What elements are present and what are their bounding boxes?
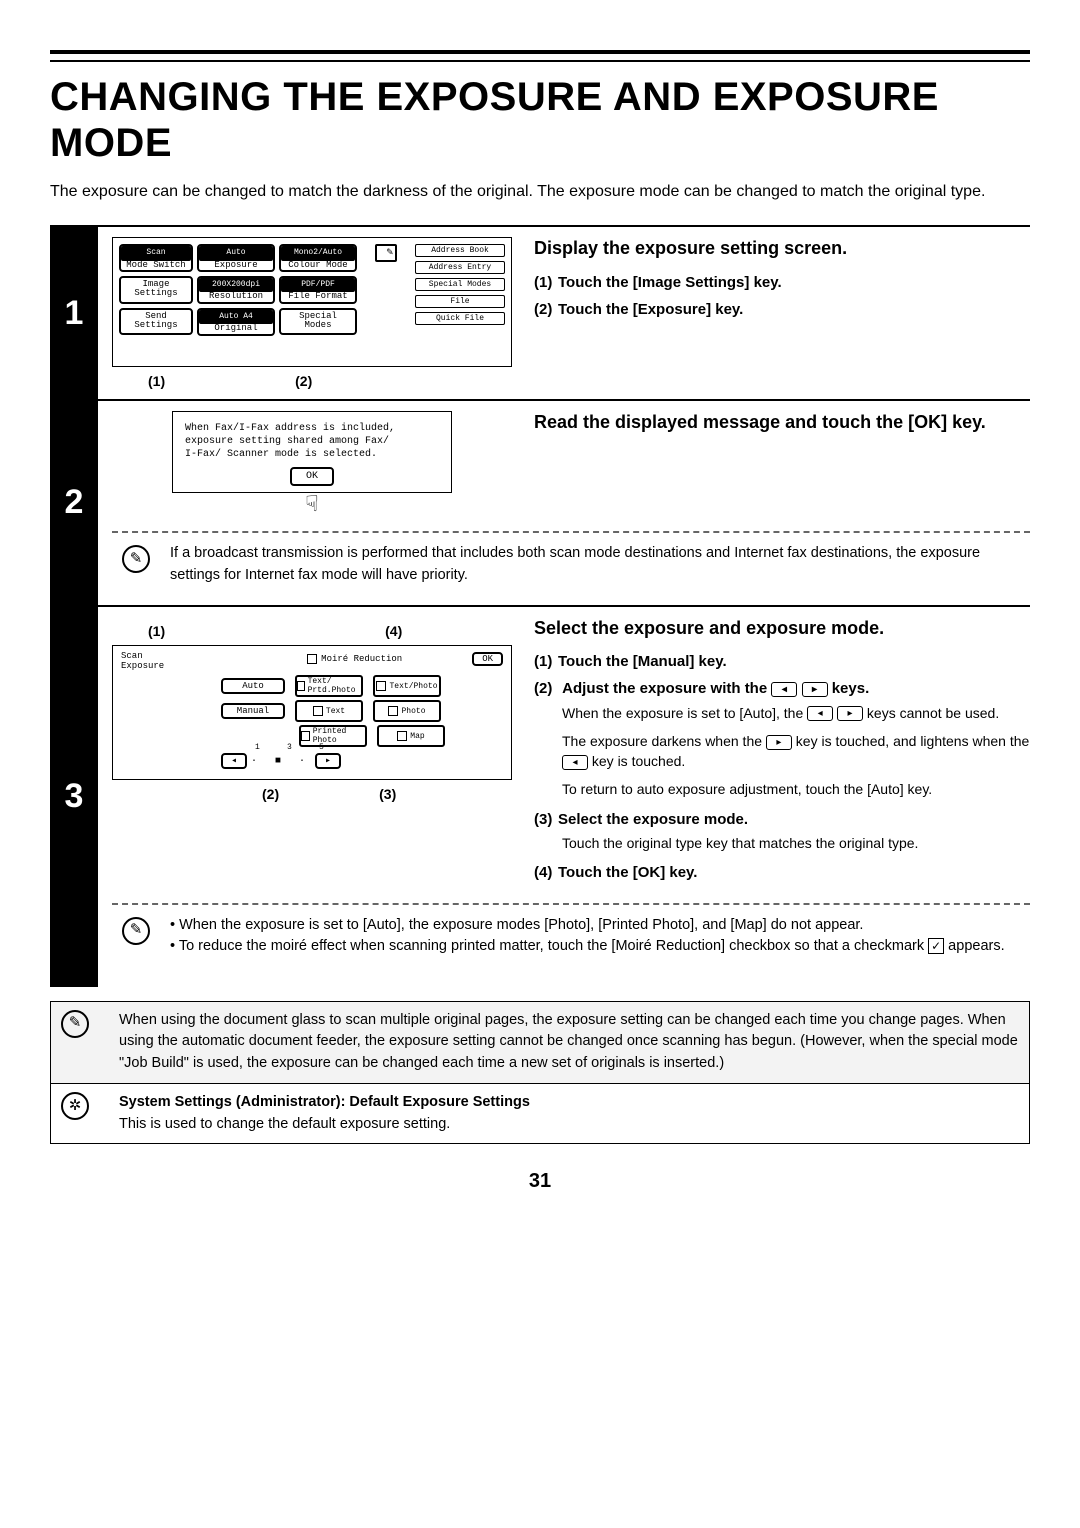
double-rule xyxy=(50,50,1030,62)
address-book-tab[interactable]: Address Book xyxy=(415,244,505,257)
file-tab[interactable]: File xyxy=(415,295,505,308)
step-2-note: If a broadcast transmission is performed… xyxy=(170,543,1030,587)
image-settings-button[interactable]: Image Settings xyxy=(119,276,193,304)
special-modes-button[interactable]: Special Modes xyxy=(279,308,357,335)
step3-bullet-2: To reduce the moiré effect when scanning… xyxy=(170,936,1030,958)
manual-button[interactable]: Manual xyxy=(221,703,285,719)
note-icon: ✎ xyxy=(122,917,150,945)
note-icon: ✎ xyxy=(122,545,150,573)
step-2: 2 When Fax/I-Fax address is included, ex… xyxy=(50,399,1030,605)
address-entry-tab[interactable]: Address Entry xyxy=(415,261,505,274)
mode-text-prtd-photo[interactable]: Text/ Prtd.Photo xyxy=(295,675,363,697)
screen-image-settings: Scan Mode Switch Image Settings Send Set… xyxy=(112,237,512,367)
step-2-number: 2 xyxy=(50,401,98,605)
gear-icon: ✲ xyxy=(61,1092,89,1120)
moire-checkbox[interactable] xyxy=(307,654,317,664)
send-settings-button[interactable]: Send Settings xyxy=(119,308,193,335)
intro-text: The exposure can be changed to match the… xyxy=(50,180,1030,203)
mode-printed-photo[interactable]: Printed Photo xyxy=(299,725,367,747)
resolution-button[interactable]: 200X200dpi Resolution xyxy=(197,276,275,304)
callout-2: (2) xyxy=(262,786,279,802)
callout-1: (1) xyxy=(148,623,165,639)
callout-1: (1) xyxy=(148,373,165,389)
colour-mode-button[interactable]: Mono2/Auto Colour Mode xyxy=(279,244,357,272)
left-key-icon: ◂ xyxy=(771,682,797,697)
step-3-figure: (1) (4) Scan Exposure Moiré Reduction xyxy=(112,617,512,889)
step-1: 1 Scan Mode Switch Image Settings Send S… xyxy=(50,225,1030,399)
step-3-number: 3 xyxy=(50,607,98,987)
step-1-sub-1: Touch the [Image Settings] key. xyxy=(558,274,782,291)
step-3-heading: Select the exposure and exposure mode. xyxy=(534,617,1030,640)
page-title: CHANGING THE EXPOSURE AND EXPOSURE MODE xyxy=(50,74,1030,166)
dash-separator xyxy=(112,903,1030,905)
callout-2: (2) xyxy=(295,373,312,389)
step-3: 3 (1) (4) Scan Exposure xyxy=(50,605,1030,987)
mode-text[interactable]: Text xyxy=(295,700,363,722)
exposure-darker-button[interactable]: ▸ xyxy=(315,753,341,769)
step3-s3: Select the exposure mode. xyxy=(558,811,748,828)
note-box-system-settings: ✲ System Settings (Administrator): Defau… xyxy=(50,1084,1030,1145)
sys-settings-body: This is used to change the default expos… xyxy=(119,1114,1019,1136)
mode-map[interactable]: Map xyxy=(377,725,445,747)
note-box-doc-glass: ✎ When using the document glass to scan … xyxy=(50,1001,1030,1084)
pointer-icon: ☟ xyxy=(112,491,512,517)
step-1-sub-2: Touch the [Exposure] key. xyxy=(558,301,743,318)
note-icon: ✎ xyxy=(61,1010,89,1038)
ok-button[interactable]: OK xyxy=(472,652,503,666)
step-1-heading: Display the exposure setting screen. xyxy=(534,237,1030,260)
step3-s4: Touch the [OK] key. xyxy=(558,864,697,881)
exposure-lighter-button[interactable]: ◂ xyxy=(221,753,247,769)
step3-bullet-1: When the exposure is set to [Auto], the … xyxy=(170,915,1030,937)
special-modes-tab[interactable]: Special Modes xyxy=(415,278,505,291)
callout-4: (4) xyxy=(385,623,402,639)
step-2-heading: Read the displayed message and touch the… xyxy=(534,411,1030,434)
dash-separator xyxy=(112,531,1030,533)
step3-s1: Touch the [Manual] key. xyxy=(558,653,727,670)
callout-3: (3) xyxy=(379,786,396,802)
step-1-number: 1 xyxy=(50,227,98,399)
screen-exposure: Scan Exposure Moiré Reduction OK Aut xyxy=(112,645,512,781)
sys-settings-title: System Settings (Administrator): Default… xyxy=(119,1092,1019,1114)
ok-button[interactable]: OK xyxy=(290,467,334,486)
step3-s2: Adjust the exposure with the ◂ ▸ keys. xyxy=(562,680,869,697)
mode-photo[interactable]: Photo xyxy=(373,700,441,722)
quick-file-tab[interactable]: Quick File xyxy=(415,312,505,325)
mode-switch-button[interactable]: Scan Mode Switch xyxy=(119,244,193,272)
step-2-figure: When Fax/I-Fax address is included, expo… xyxy=(112,411,512,517)
step-1-figure: Scan Mode Switch Image Settings Send Set… xyxy=(112,237,512,389)
address-book-icon[interactable] xyxy=(375,244,397,262)
right-key-icon: ▸ xyxy=(802,682,828,697)
mode-text-photo[interactable]: Text/Photo xyxy=(373,675,441,697)
file-format-button[interactable]: PDF/PDF File Format xyxy=(279,276,357,304)
checkmark-icon: ✓ xyxy=(928,938,944,954)
original-button[interactable]: Auto A4 Original xyxy=(197,308,275,336)
auto-button[interactable]: Auto xyxy=(221,678,285,694)
exposure-scale: · ■ · xyxy=(251,756,311,767)
page-number: 31 xyxy=(50,1170,1030,1193)
exposure-button[interactable]: Auto Exposure xyxy=(197,244,275,272)
message-box: When Fax/I-Fax address is included, expo… xyxy=(172,411,452,493)
